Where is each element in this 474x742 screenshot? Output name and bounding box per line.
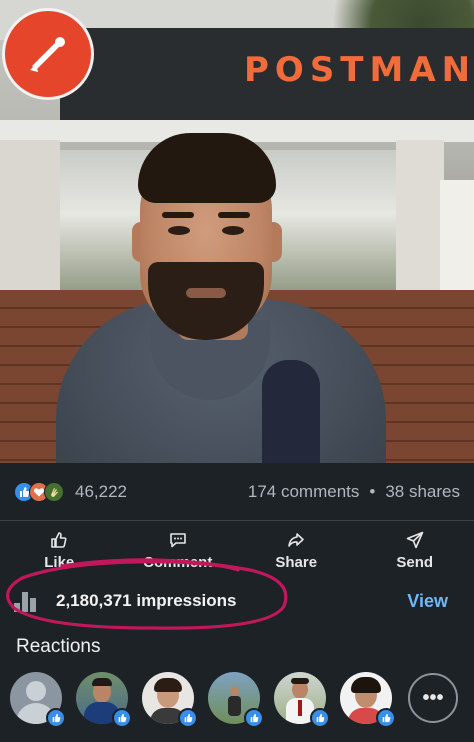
person-hair [138, 133, 276, 203]
clap-icon [44, 481, 64, 502]
more-reactions-button[interactable]: ••• [408, 673, 458, 723]
like-badge-icon [112, 708, 132, 728]
comments-count[interactable]: 174 comments [248, 482, 360, 502]
reactor-avatar[interactable] [10, 672, 66, 728]
send-button[interactable]: Send [356, 522, 474, 578]
view-analytics-link[interactable]: View [407, 591, 448, 612]
eye-right [222, 226, 244, 235]
comment-button[interactable]: Comment [119, 522, 238, 578]
comment-icon [169, 532, 186, 547]
post-photo[interactable]: POSTMAN [0, 0, 474, 463]
reactor-avatar[interactable] [340, 672, 396, 728]
comment-label: Comment [143, 553, 213, 571]
eyebrow-left [162, 212, 194, 218]
like-label: Like [44, 553, 75, 571]
like-badge-icon [310, 708, 330, 728]
eye-left [168, 226, 190, 235]
shares-count[interactable]: 38 shares [385, 482, 460, 502]
bar-chart-icon [14, 590, 40, 612]
thumbs-up-icon [51, 531, 67, 548]
like-badge-icon [376, 708, 396, 728]
like-badge-icon [244, 708, 264, 728]
like-button[interactable]: Like [0, 522, 119, 578]
reactor-avatar[interactable] [142, 672, 198, 728]
post-meta: 174 comments • 38 shares [248, 482, 460, 502]
reactor-avatars: ••• [10, 670, 470, 728]
impressions-count: 2,180,371 impressions [56, 591, 237, 610]
send-label: Send [396, 553, 434, 571]
share-label: Share [275, 553, 318, 571]
impressions-row: 2,180,371 impressions View [0, 578, 474, 624]
postman-rocket-icon [30, 37, 65, 72]
share-arrow-icon [288, 532, 305, 547]
postman-logo [2, 8, 94, 100]
meta-separator: • [369, 481, 376, 501]
send-icon [406, 531, 424, 548]
person-mouth [186, 288, 226, 298]
share-button[interactable]: Share [237, 522, 356, 578]
backpack-strap [262, 360, 320, 463]
like-badge-icon [178, 708, 198, 728]
reactions-heading: Reactions [16, 636, 101, 657]
reaction-count[interactable]: 46,222 [75, 482, 127, 502]
like-badge-icon [46, 708, 66, 728]
reactor-avatar[interactable] [76, 672, 132, 728]
eyebrow-right [218, 212, 250, 218]
reactor-avatar[interactable] [208, 672, 264, 728]
social-counts-bar: 46,222 174 comments • 38 shares [0, 463, 474, 521]
reactor-avatar[interactable] [274, 672, 330, 728]
post-actions: Like Comment Share Send [0, 522, 474, 578]
reaction-icons[interactable] [14, 481, 64, 502]
postman-sign: POSTMAN [244, 50, 474, 90]
pillar-left [0, 140, 60, 290]
